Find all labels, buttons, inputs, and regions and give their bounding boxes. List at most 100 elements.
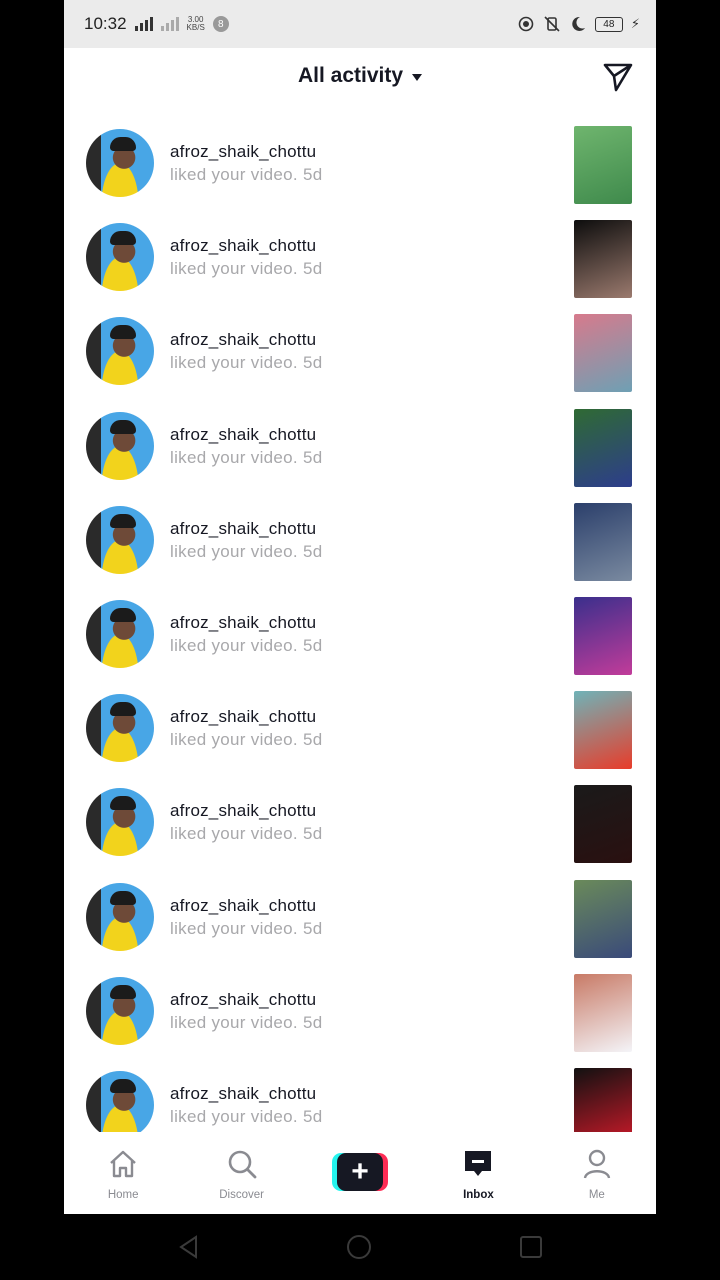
video-thumbnail[interactable] bbox=[574, 502, 632, 581]
direct-message-button[interactable] bbox=[602, 60, 634, 92]
activity-row[interactable]: afroz_shaik_chottu liked your video. 5d bbox=[64, 494, 656, 588]
activity-text: afroz_shaik_chottu liked your video. 5d bbox=[170, 989, 322, 1035]
activity-text: afroz_shaik_chottu liked your video. 5d bbox=[170, 518, 322, 564]
video-thumbnail[interactable] bbox=[574, 597, 632, 675]
nav-me[interactable]: Me bbox=[538, 1132, 656, 1214]
video-thumbnail[interactable] bbox=[574, 973, 632, 1052]
system-nav-bar bbox=[0, 1214, 720, 1280]
signal-icon-secondary bbox=[160, 17, 179, 31]
activity-message: liked your video. 5d bbox=[170, 541, 323, 561]
activity-row[interactable]: afroz_shaik_chottu liked your video. 5d bbox=[64, 682, 656, 776]
activity-text: afroz_shaik_chottu liked your video. 5d bbox=[170, 235, 322, 281]
send-icon bbox=[603, 63, 633, 92]
status-right-icons: 48 ⚡ bbox=[517, 15, 640, 33]
avatar[interactable] bbox=[86, 976, 154, 1045]
avatar[interactable] bbox=[86, 788, 154, 857]
nav-me-label: Me bbox=[588, 1189, 605, 1201]
app-screen: 10:32 3.00 KB/S 8 48 ⚡ All activity afro… bbox=[64, 0, 656, 1214]
avatar[interactable] bbox=[86, 505, 154, 574]
avatar[interactable] bbox=[86, 600, 154, 668]
video-thumbnail[interactable] bbox=[574, 314, 632, 393]
username[interactable]: afroz_shaik_chottu bbox=[170, 329, 322, 351]
nav-inbox-label: Inbox bbox=[463, 1189, 494, 1201]
avatar[interactable] bbox=[86, 882, 154, 951]
inbox-icon bbox=[461, 1147, 495, 1181]
bottom-nav: Home Discover + Inbox Me bbox=[64, 1132, 656, 1214]
activity-message: liked your video. 5d bbox=[170, 730, 323, 750]
activity-row[interactable]: afroz_shaik_chottu liked your video. 5d bbox=[64, 400, 656, 494]
home-icon bbox=[106, 1147, 140, 1181]
battery-indicator: 48 bbox=[594, 16, 623, 32]
network-speed: 3.00 KB/S bbox=[186, 15, 205, 32]
avatar[interactable] bbox=[86, 223, 154, 292]
avatar[interactable] bbox=[86, 317, 154, 386]
activity-message: liked your video. 5d bbox=[170, 165, 323, 184]
recents-icon[interactable] bbox=[518, 1234, 544, 1260]
video-thumbnail[interactable] bbox=[574, 1068, 632, 1132]
activity-message: liked your video. 5d bbox=[170, 353, 323, 373]
username[interactable]: afroz_shaik_chottu bbox=[170, 1083, 322, 1105]
avatar[interactable] bbox=[86, 694, 154, 763]
activity-row[interactable]: afroz_shaik_chottu liked your video. 5d bbox=[64, 211, 656, 305]
nav-discover[interactable]: Discover bbox=[182, 1132, 300, 1214]
avatar[interactable] bbox=[86, 411, 154, 480]
video-thumbnail[interactable] bbox=[574, 879, 632, 958]
activity-message: liked your video. 5d bbox=[170, 259, 323, 279]
status-bar: 10:32 3.00 KB/S 8 48 ⚡ bbox=[64, 0, 656, 48]
username[interactable]: afroz_shaik_chottu bbox=[170, 518, 322, 540]
activity-message: liked your video. 5d bbox=[170, 824, 323, 844]
search-icon bbox=[225, 1147, 259, 1181]
back-icon[interactable] bbox=[176, 1234, 202, 1260]
home-circle-icon[interactable] bbox=[346, 1234, 372, 1260]
profile-icon bbox=[580, 1147, 614, 1181]
notification-count-badge: 8 bbox=[212, 16, 229, 32]
activity-message: liked your video. 5d bbox=[170, 636, 323, 655]
activity-row[interactable]: afroz_shaik_chottu liked your video. 5d bbox=[64, 776, 656, 870]
video-thumbnail[interactable] bbox=[574, 691, 632, 770]
activity-filter-dropdown[interactable]: All activity bbox=[297, 64, 423, 88]
nav-home[interactable]: Home bbox=[64, 1132, 182, 1214]
video-thumbnail[interactable] bbox=[574, 126, 632, 204]
create-video-button[interactable]: + bbox=[332, 1153, 389, 1191]
activity-row[interactable]: afroz_shaik_chottuliked your video. 5d bbox=[64, 117, 656, 211]
caret-down-icon bbox=[412, 73, 423, 81]
username[interactable]: afroz_shaik_chottu bbox=[170, 424, 322, 446]
username[interactable]: afroz_shaik_chottu bbox=[170, 706, 322, 728]
inbox-header: All activity bbox=[64, 48, 656, 104]
status-time: 10:32 bbox=[84, 14, 127, 33]
activity-message: liked your video. 5d bbox=[170, 1107, 323, 1126]
username[interactable]: afroz_shaik_chottu bbox=[170, 235, 322, 257]
avatar[interactable] bbox=[86, 129, 154, 197]
activity-message: liked your video. 5d bbox=[170, 918, 323, 938]
page-title: All activity bbox=[297, 64, 404, 87]
activity-row[interactable]: afroz_shaik_chottu liked your video. 5d bbox=[64, 965, 656, 1059]
activity-message: liked your video. 5d bbox=[170, 1012, 323, 1032]
signal-icon bbox=[134, 17, 153, 31]
activity-text: afroz_shaik_chottuliked your video. 5d bbox=[170, 141, 322, 187]
activity-text: afroz_shaik_chottu liked your video. 5d bbox=[170, 895, 322, 941]
activity-text: afroz_shaik_chottuliked your video. 5d bbox=[170, 1083, 322, 1129]
activity-list[interactable]: afroz_shaik_chottu liked your video. 5d af… bbox=[64, 117, 656, 1132]
nav-home-label: Home bbox=[107, 1189, 139, 1201]
vibrate-off-icon bbox=[543, 15, 561, 33]
activity-row[interactable]: afroz_shaik_chottuliked your video. 5d bbox=[64, 1059, 656, 1132]
activity-text: afroz_shaik_chottu liked your video. 5d bbox=[170, 424, 322, 470]
username[interactable]: afroz_shaik_chottu bbox=[170, 989, 322, 1011]
moon-icon bbox=[569, 15, 587, 33]
username[interactable]: afroz_shaik_chottu bbox=[170, 141, 322, 163]
activity-row[interactable]: afroz_shaik_chottu liked your video. 5d bbox=[64, 871, 656, 965]
activity-row[interactable]: afroz_shaik_chottu liked your video. 5d bbox=[64, 305, 656, 399]
avatar[interactable] bbox=[86, 1071, 154, 1132]
activity-row[interactable]: afroz_shaik_chottuliked your video. 5d bbox=[64, 588, 656, 682]
nav-create[interactable]: + bbox=[301, 1132, 419, 1214]
video-thumbnail[interactable] bbox=[574, 220, 632, 299]
username[interactable]: afroz_shaik_chottu bbox=[170, 895, 322, 917]
plus-icon: + bbox=[337, 1153, 384, 1191]
username[interactable]: afroz_shaik_chottu bbox=[170, 612, 322, 634]
record-icon bbox=[517, 15, 535, 33]
nav-inbox[interactable]: Inbox bbox=[419, 1132, 537, 1214]
video-thumbnail[interactable] bbox=[574, 408, 632, 487]
video-thumbnail[interactable] bbox=[574, 785, 632, 864]
activity-text: afroz_shaik_chottuliked your video. 5d bbox=[170, 612, 322, 658]
username[interactable]: afroz_shaik_chottu bbox=[170, 800, 322, 822]
